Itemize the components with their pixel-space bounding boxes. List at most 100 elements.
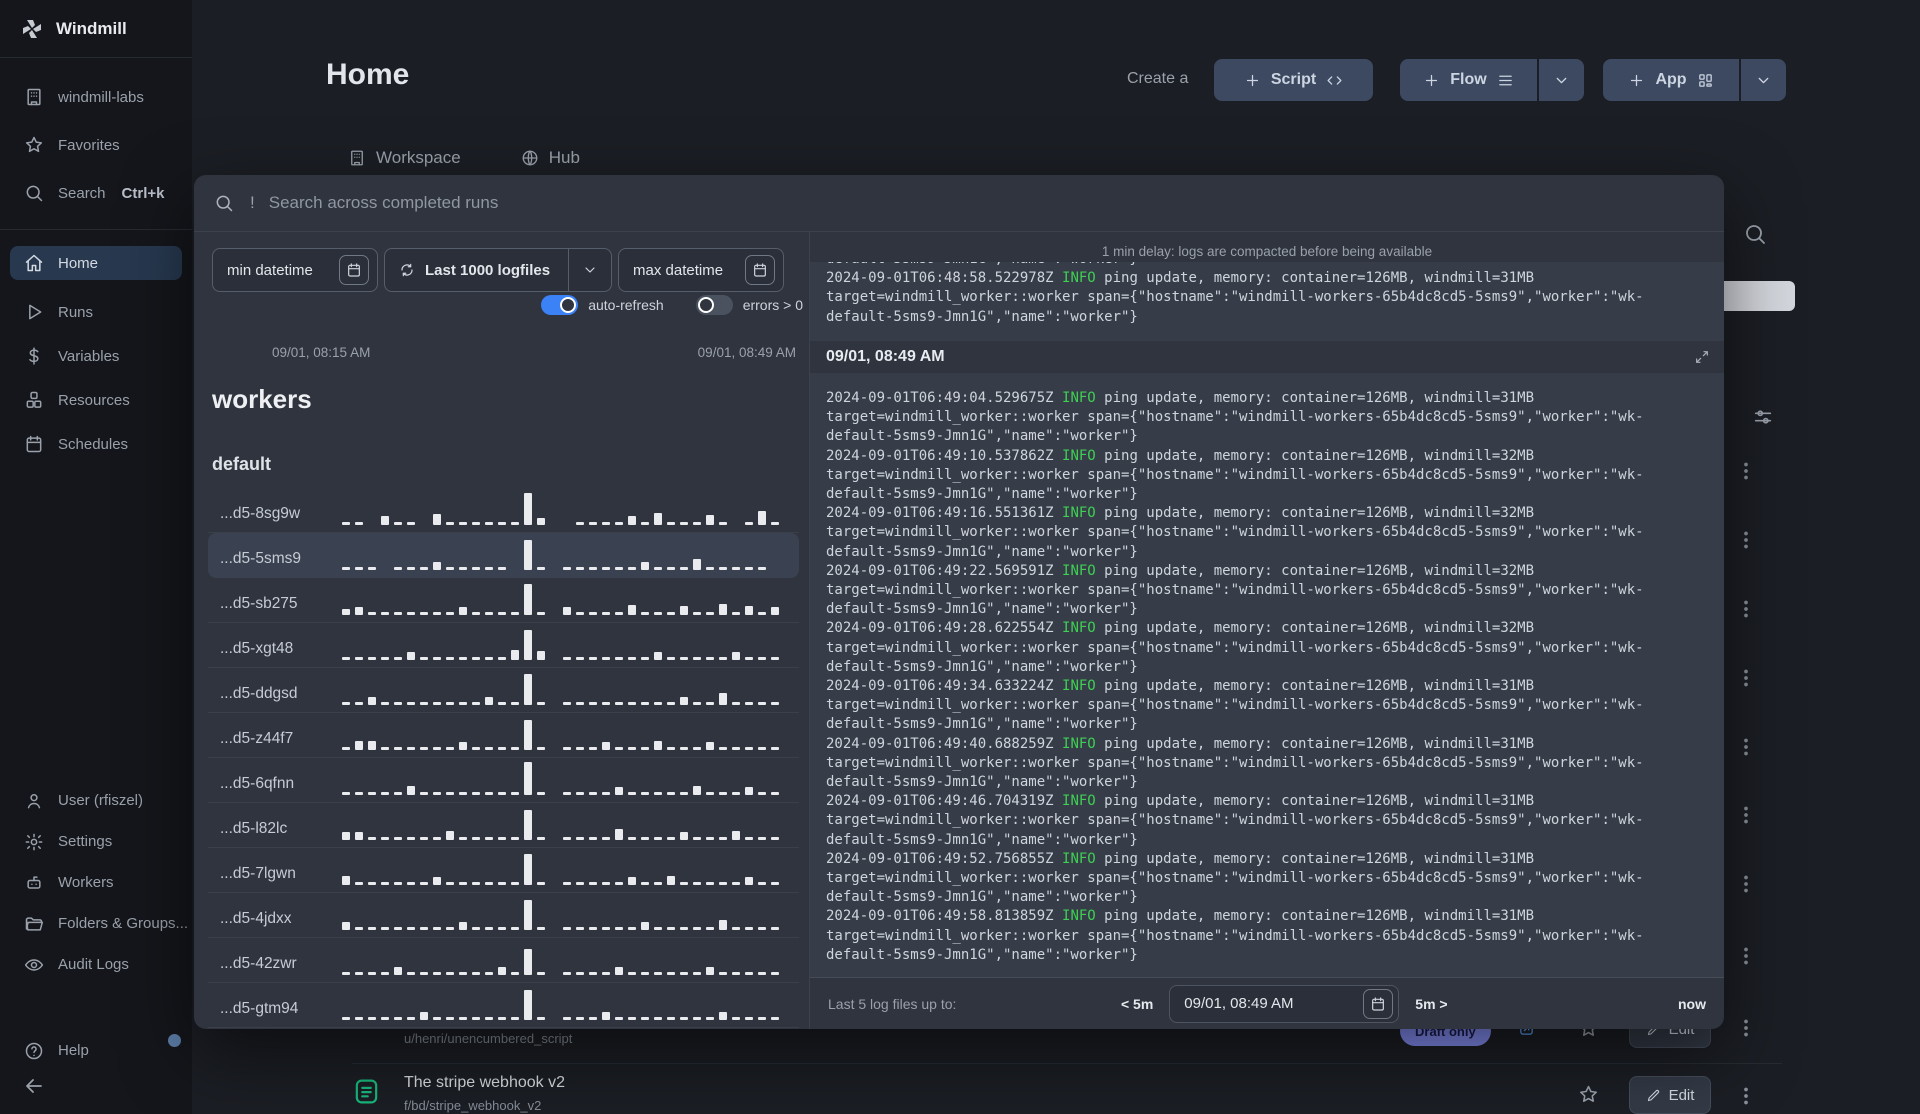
worker-name: ...d5-ddgsd — [220, 685, 298, 702]
app-button-label: App — [1655, 71, 1687, 88]
flow-dropdown-button[interactable] — [1539, 59, 1584, 101]
time-range-end: 09/01, 08:49 AM — [697, 345, 796, 360]
forward-5m-button[interactable]: 5m > — [1415, 996, 1447, 1012]
errors-toggle[interactable] — [695, 295, 733, 315]
sidebar-item-label: Schedules — [58, 435, 129, 453]
time-range-start: 09/01, 08:15 AM — [272, 345, 371, 360]
worker-row[interactable]: ...d5-z44f7 — [208, 713, 799, 758]
sidebar-item-favorites[interactable]: Favorites — [0, 121, 192, 169]
kebab-menu-icon[interactable] — [1733, 1014, 1759, 1042]
log-block-previous[interactable]: default-5sms9-Jmn1G","name":"worker"}202… — [810, 262, 1724, 341]
sidebar-item-variables[interactable]: Variables — [0, 334, 192, 378]
completed-runs-search-input[interactable] — [268, 193, 1704, 213]
collapse-sidebar-button[interactable] — [22, 1074, 46, 1098]
sidebar-item-home[interactable]: Home — [10, 246, 182, 280]
kebab-menu-icon[interactable] — [1733, 595, 1759, 623]
worker-row[interactable]: ...d5-sb275 — [208, 578, 799, 623]
worker-sparkline — [342, 532, 791, 570]
worker-row[interactable]: ...d5-42zwr — [208, 938, 799, 983]
expand-icon[interactable] — [1694, 349, 1710, 365]
log-line: target=windmill_worker::worker span={"ho… — [826, 409, 1644, 426]
worker-name: ...d5-8sg9w — [220, 505, 301, 522]
tab-hub[interactable]: Hub — [521, 148, 580, 168]
filter-sliders-icon[interactable] — [1752, 406, 1774, 428]
log-datetime-value: 09/01, 08:49 AM — [1184, 995, 1294, 1012]
create-flow-button[interactable]: Flow — [1400, 59, 1537, 101]
robot-icon — [24, 873, 44, 893]
worker-row[interactable]: ...d5-ddgsd — [208, 668, 799, 713]
log-line: 2024-09-01T06:49:40.688259Z INFO ping up… — [826, 735, 1535, 752]
worker-sparkline — [342, 982, 791, 1020]
building-icon — [348, 149, 366, 167]
sidebar-item-schedules[interactable]: Schedules — [0, 422, 192, 466]
log-line: target=windmill_worker::worker span={"ho… — [826, 639, 1644, 656]
log-datetime-input[interactable]: 09/01, 08:49 AM — [1169, 984, 1400, 1023]
sidebar-item-workers[interactable]: Workers — [0, 862, 192, 903]
edit-button[interactable]: Edit — [1629, 1076, 1711, 1114]
script-button-label: Script — [1270, 71, 1317, 88]
sidebar-item-folders-groups[interactable]: Folders & Groups... — [0, 903, 192, 944]
folder-icon — [24, 914, 44, 934]
kebab-menu-icon[interactable] — [1733, 1082, 1759, 1110]
worker-row[interactable]: ...d5-8sg9w — [208, 488, 799, 533]
script-item-icon — [352, 1077, 381, 1106]
worker-row[interactable]: ...d5-7lgwn — [208, 848, 799, 893]
back-5m-button[interactable]: < 5m — [1121, 996, 1153, 1012]
create-script-button[interactable]: Script — [1214, 59, 1373, 101]
sidebar-item-workspace[interactable]: windmill-labs — [0, 73, 192, 121]
logfiles-selector[interactable]: Last 1000 logfiles — [384, 248, 612, 292]
worker-row[interactable]: ...d5-4jdxx — [208, 893, 799, 938]
sidebar-item-search[interactable]: Search Ctrl+k — [0, 169, 192, 217]
create-app-button[interactable]: App — [1603, 59, 1739, 101]
worker-sparkline — [342, 577, 791, 615]
worker-row[interactable]: ...d5-6qfnn — [208, 758, 799, 803]
worker-row[interactable]: ...d5-xgt48 — [208, 623, 799, 668]
sidebar-item-settings[interactable]: Settings — [0, 821, 192, 862]
tab-workspace[interactable]: Workspace — [348, 148, 461, 168]
chevron-down-icon — [1755, 72, 1772, 89]
kebab-menu-icon[interactable] — [1733, 942, 1759, 970]
max-datetime-placeholder: max datetime — [633, 261, 724, 279]
worker-sparkline — [342, 488, 791, 525]
kebab-menu-icon[interactable] — [1733, 733, 1759, 761]
sidebar-item-label: windmill-labs — [58, 88, 144, 106]
app-dropdown-button[interactable] — [1741, 59, 1786, 101]
calendar-icon[interactable] — [1363, 988, 1394, 1019]
favorite-star-icon[interactable] — [1578, 1084, 1599, 1105]
log-explorer-panel: ! min datetime Last 1000 logfiles — [194, 175, 1724, 1029]
log-block-current[interactable]: 2024-09-01T06:49:04.529675Z INFO ping up… — [810, 373, 1724, 977]
log-line: default-5sms9-Jmn1G","name":"worker"} — [826, 774, 1138, 791]
now-button[interactable]: now — [1678, 996, 1706, 1012]
auto-refresh-label: auto-refresh — [588, 297, 664, 313]
sidebar-item-help[interactable]: Help — [0, 1030, 192, 1071]
worker-row[interactable]: ...d5-5sms9 — [208, 533, 799, 578]
worker-row[interactable]: ...d5-gtm94 — [208, 983, 799, 1028]
calendar-icon[interactable] — [339, 255, 369, 285]
kebab-menu-icon[interactable] — [1733, 526, 1759, 554]
sidebar-item-runs[interactable]: Runs — [0, 290, 192, 334]
calendar-icon[interactable] — [745, 255, 775, 285]
sidebar-item-audit-logs[interactable]: Audit Logs — [0, 944, 192, 985]
script-item-title[interactable]: The stripe webhook v2 — [404, 1074, 565, 1092]
pencil-icon — [1646, 1088, 1661, 1103]
create-a-label: Create a — [1127, 70, 1189, 87]
chevron-down-icon — [1553, 72, 1570, 89]
max-datetime-input[interactable]: max datetime — [618, 248, 784, 292]
sidebar-item-resources[interactable]: Resources — [0, 378, 192, 422]
building-icon — [24, 87, 44, 107]
sidebar-item-user[interactable]: User (rfiszel) — [0, 780, 192, 821]
log-line: default-5sms9-Jmn1G","name":"worker"} — [826, 428, 1138, 445]
background-search-icon[interactable] — [1743, 222, 1767, 246]
kebab-menu-icon[interactable] — [1733, 664, 1759, 692]
kebab-menu-icon[interactable] — [1733, 457, 1759, 485]
log-line: target=windmill_worker::worker span={"ho… — [826, 524, 1644, 541]
grid-icon — [1697, 72, 1714, 89]
min-datetime-input[interactable]: min datetime — [212, 248, 378, 292]
sidebar-item-label: User (rfiszel) — [58, 792, 143, 809]
kebab-menu-icon[interactable] — [1733, 801, 1759, 829]
worker-row[interactable]: ...d5-l82lc — [208, 803, 799, 848]
auto-refresh-toggle[interactable] — [541, 295, 579, 315]
logfiles-dropdown-button[interactable] — [569, 262, 611, 278]
sidebar-divider — [0, 229, 192, 230]
kebab-menu-icon[interactable] — [1733, 870, 1759, 898]
